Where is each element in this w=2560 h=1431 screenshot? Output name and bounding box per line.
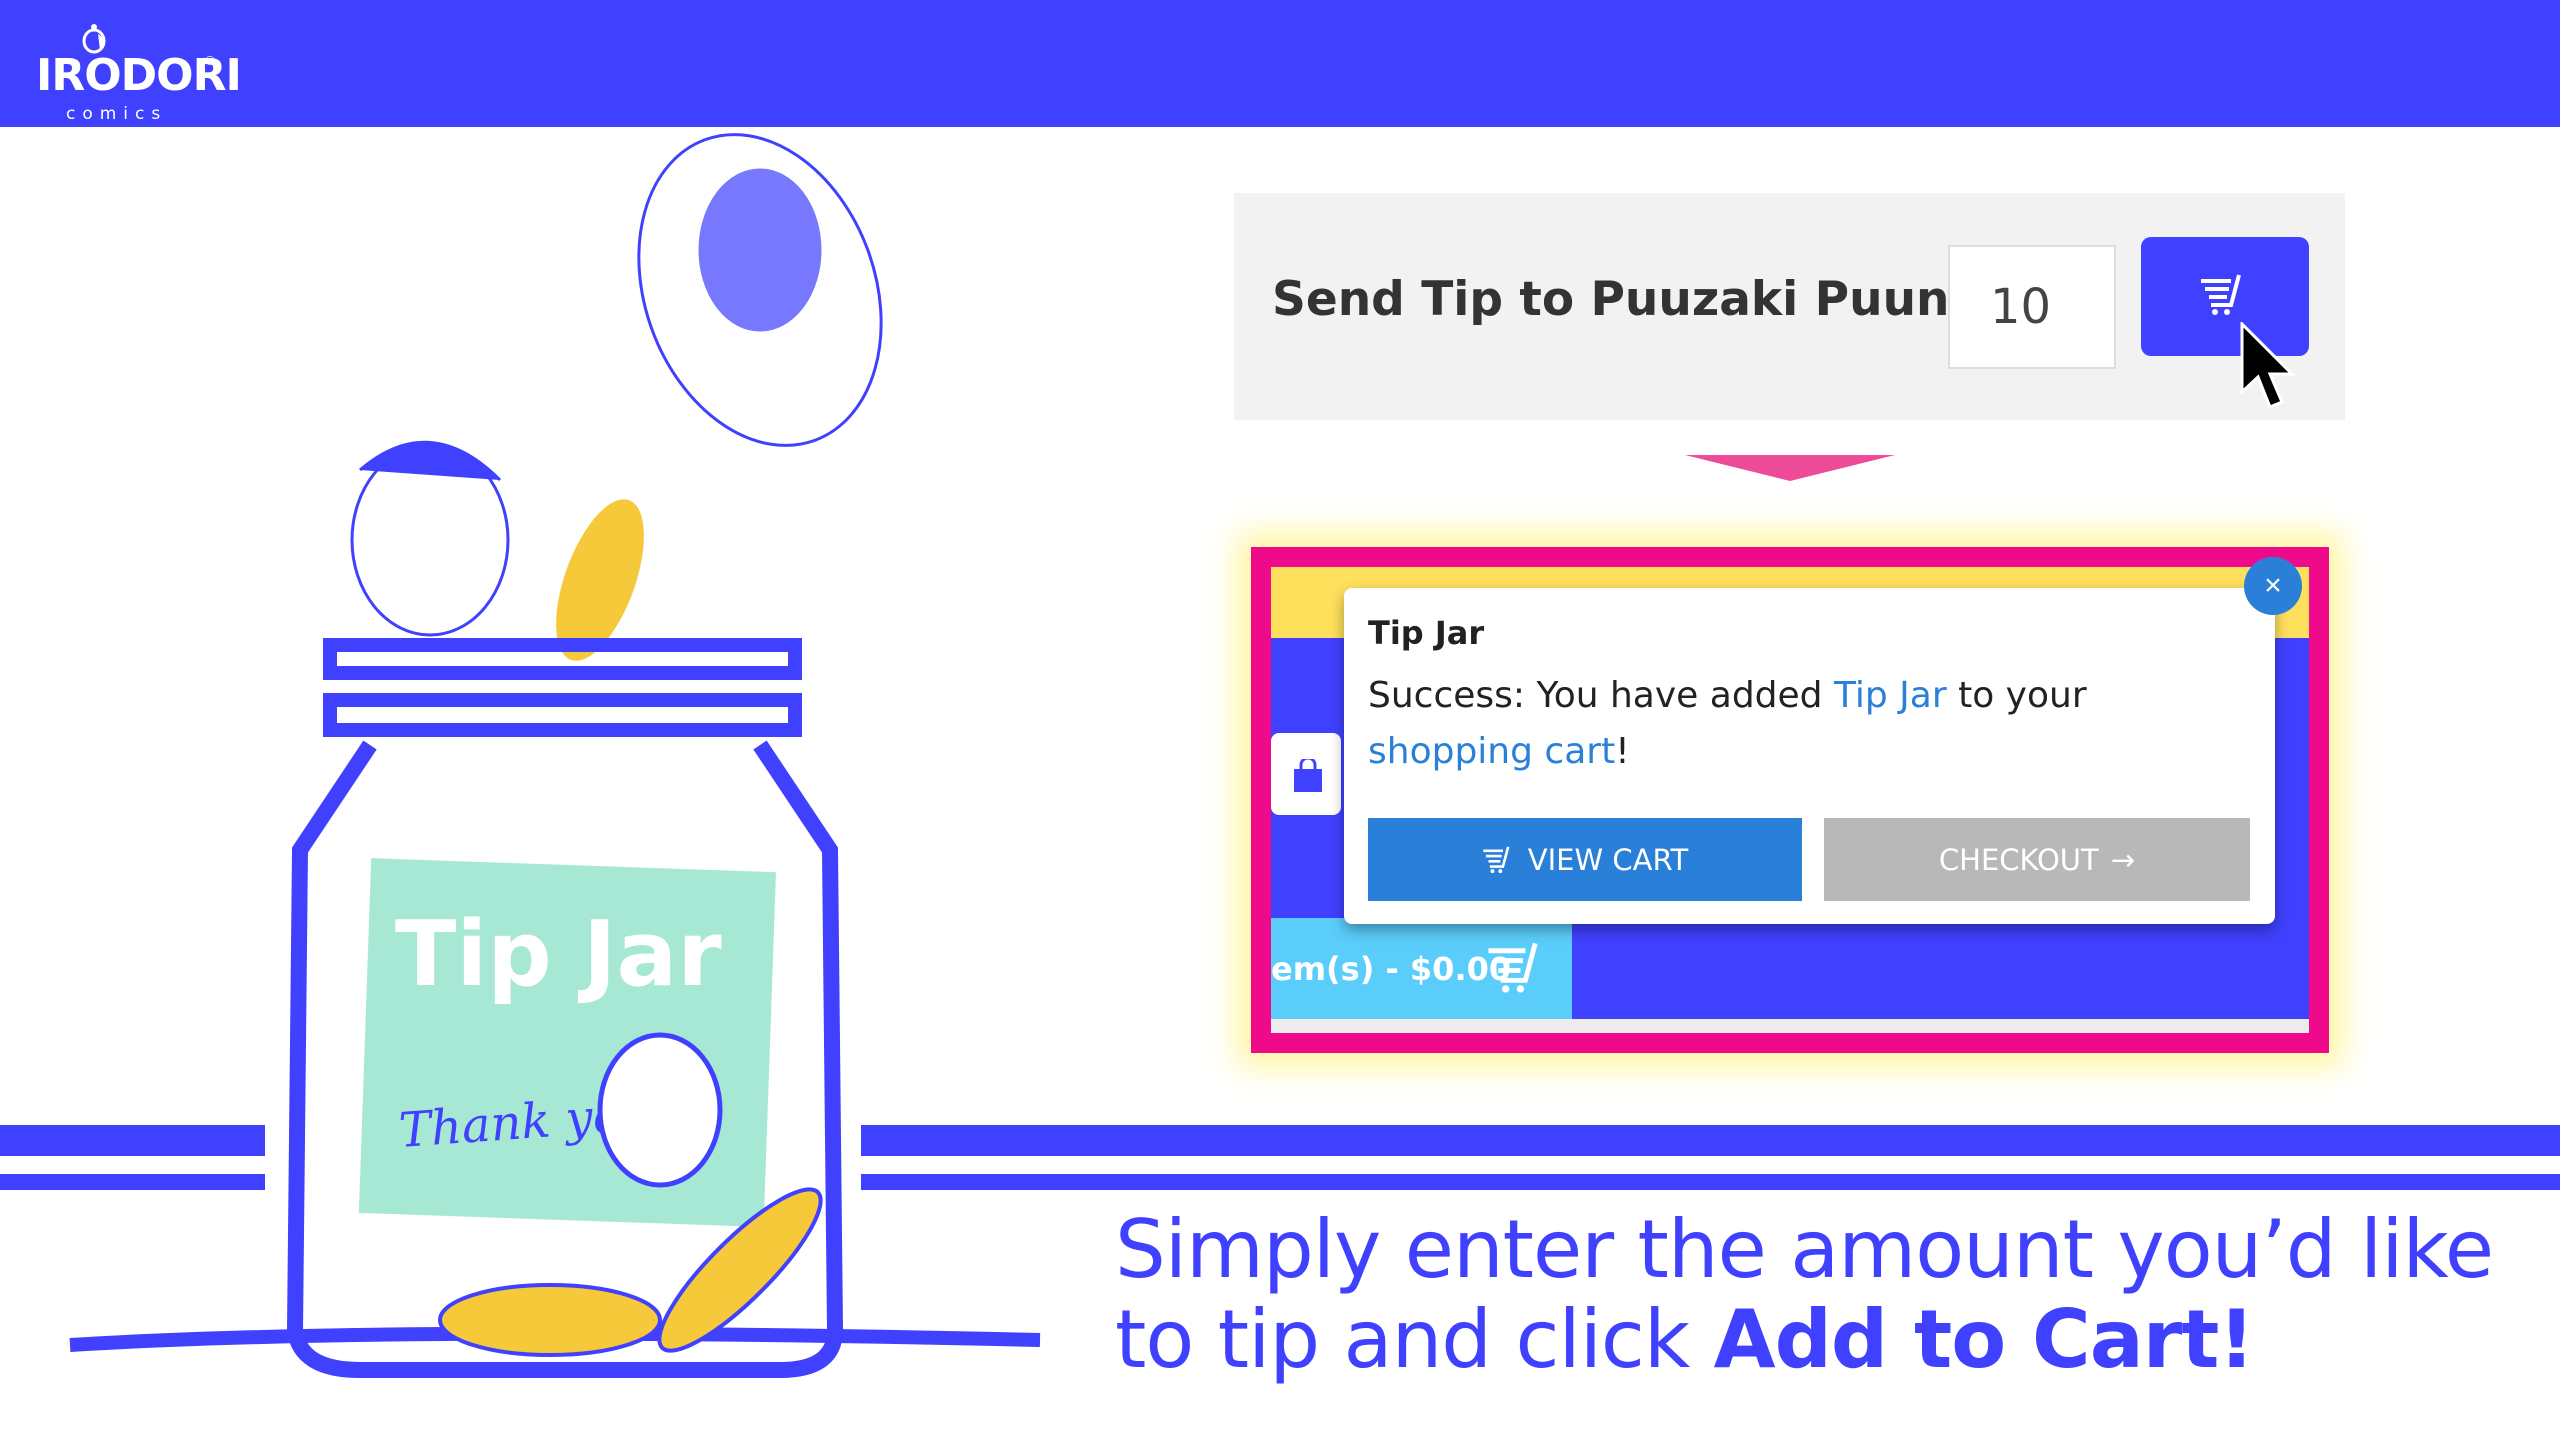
view-cart-button[interactable]: VIEW CART	[1368, 818, 1802, 901]
cart-icon	[2201, 274, 2241, 315]
decorative-stripe	[861, 1125, 2560, 1156]
popup-title: Tip Jar	[1368, 614, 1485, 652]
headline-text: to tip and click	[1115, 1293, 1714, 1386]
headline-line1: Simply enter the amount you’d like	[1115, 1203, 2494, 1296]
checkout-button[interactable]: CHECKOUT →	[1824, 818, 2250, 901]
decorative-stripe	[0, 1174, 265, 1190]
cart-success-popup: Tip Jar Success: You have added Tip Jar …	[1344, 588, 2275, 924]
shopping-cart-link[interactable]: shopping cart	[1368, 731, 1615, 772]
tip-amount-input[interactable]	[1948, 245, 2116, 369]
message-text: Success: You have added	[1368, 675, 1834, 716]
popup-message: Success: You have added Tip Jar to your s…	[1368, 668, 2228, 780]
pointer-arrow-icon	[1685, 455, 1895, 481]
arrow-right-icon: →	[2110, 842, 2136, 877]
mouse-cursor-icon	[2240, 322, 2296, 409]
product-link[interactable]: Tip Jar	[1834, 675, 1947, 716]
shop-button[interactable]	[1271, 733, 1341, 815]
headline-emphasis: Add to Cart!	[1713, 1293, 2255, 1386]
message-text: to your	[1946, 675, 2087, 716]
cart-summary[interactable]: em(s) - $0.00	[1271, 918, 1572, 1021]
view-cart-label: VIEW CART	[1527, 842, 1689, 877]
cart-summary-text: em(s) - $0.00	[1271, 950, 1512, 988]
close-popup-button[interactable]: ×	[2244, 557, 2302, 615]
headline-line2: to tip and click Add to Cart!	[1115, 1295, 2493, 1385]
decorative-stripe	[861, 1174, 2560, 1190]
tip-label: Send Tip to Puuzaki Puuna: $	[1272, 272, 2050, 327]
instruction-headline: Simply enter the amount you’d like to ti…	[1115, 1203, 2494, 1385]
cart-icon	[1488, 942, 1538, 993]
message-text: !	[1615, 731, 1630, 772]
decorative-stripe	[0, 1125, 265, 1156]
jar-label: Tip Jar	[395, 902, 722, 1007]
cart-icon	[1483, 846, 1510, 873]
shopping-bag-icon	[1294, 759, 1322, 792]
checkout-label: CHECKOUT	[1938, 842, 2099, 877]
page-footer-strip	[1271, 1019, 2309, 1033]
